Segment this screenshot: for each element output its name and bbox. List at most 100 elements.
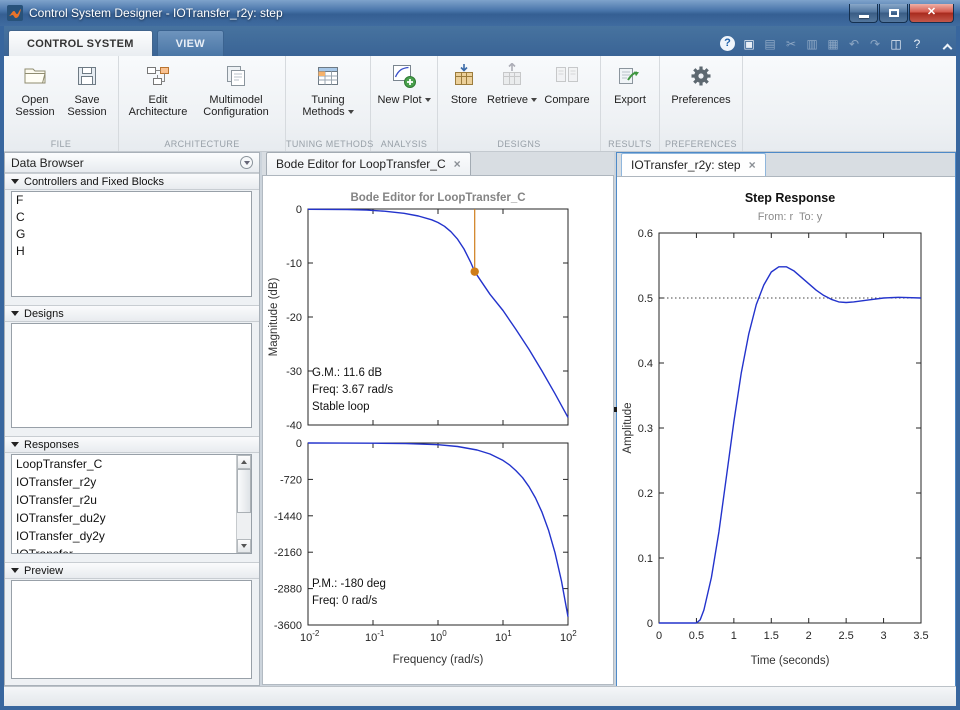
list-item[interactable]: IOTransfer_dy2y (12, 527, 251, 545)
open-session-button[interactable]: Open Session (9, 59, 61, 137)
scrollbar-thumb[interactable] (237, 469, 251, 513)
bode-editor-panel: Bode Editor for LoopTransfer_C × Bode Ed… (262, 152, 614, 686)
export-icon (617, 61, 643, 91)
list-item[interactable]: C (12, 209, 251, 226)
ribbon-group-label-results: RESULTS (601, 139, 659, 149)
ribbon-group-label-architecture: ARCHITECTURE (119, 139, 285, 149)
tab-control-system[interactable]: CONTROL SYSTEM (8, 30, 153, 56)
redo-icon[interactable]: ↷ (868, 37, 882, 51)
plot-annotation: Freq: 3.67 rad/s (312, 384, 393, 396)
svg-text:0: 0 (656, 630, 662, 642)
list-item[interactable]: IOTransfer_ (12, 545, 251, 554)
svg-text:10-2: 10-2 (300, 629, 320, 644)
preferences-button[interactable]: Preferences (665, 59, 737, 137)
tab-step-response[interactable]: IOTransfer_r2y: step × (621, 153, 766, 176)
list-item[interactable]: G (12, 226, 251, 243)
section-header-responses[interactable]: Responses (5, 436, 259, 453)
svg-text:0.4: 0.4 (638, 358, 653, 370)
maximize-button[interactable] (879, 4, 908, 23)
new-plot-button[interactable]: New Plot (376, 59, 432, 137)
ribbon-group-label-file: FILE (4, 139, 118, 149)
svg-text:0.1: 0.1 (638, 553, 653, 565)
window-layout-icon[interactable]: ◫ (889, 37, 903, 51)
section-header-preview[interactable]: Preview (5, 562, 259, 579)
tab-bode-editor[interactable]: Bode Editor for LoopTransfer_C × (266, 152, 471, 175)
minimize-ribbon-button[interactable] (938, 38, 956, 56)
help-icon[interactable]: ? (910, 37, 924, 51)
export-button[interactable]: Export (606, 59, 654, 137)
ribbon: Open Session Save Session FILE Edit Arch… (4, 56, 956, 152)
list-item[interactable]: LoopTransfer_C (12, 455, 251, 473)
store-button[interactable]: Store (443, 59, 485, 137)
close-tab-icon[interactable]: × (454, 159, 461, 169)
folder-open-icon (22, 61, 48, 91)
x-axis-label: Time (seconds) (751, 655, 830, 667)
plot-annotation: Freq: 0 rad/s (312, 595, 377, 607)
plot-annotation: Stable loop (312, 401, 370, 413)
svg-text:0: 0 (647, 618, 653, 630)
scrollbar-down-button[interactable] (237, 539, 251, 553)
list-item[interactable]: IOTransfer_r2y (12, 473, 251, 491)
new-plot-icon (391, 61, 417, 91)
retrieve-button[interactable]: Retrieve (485, 59, 539, 137)
paste-icon[interactable]: ▦ (826, 37, 840, 51)
list-item[interactable]: IOTransfer_r2u (12, 491, 251, 509)
multimodel-configuration-button[interactable]: Multimodel Configuration (192, 59, 280, 137)
close-button[interactable]: ✕ (909, 4, 954, 23)
minimize-button[interactable] (849, 4, 878, 23)
svg-text:3.5: 3.5 (913, 630, 928, 642)
bode-editor-plot[interactable]: 0-10-20-30-40G.M.: 11.6 dBFreq: 3.67 rad… (263, 176, 613, 684)
title-bar: Control System Designer - IOTransfer_r2y… (0, 0, 960, 26)
edit-architecture-button[interactable]: Edit Architecture (124, 59, 192, 137)
close-tab-icon[interactable]: × (749, 160, 756, 170)
gear-icon (688, 61, 714, 91)
tuning-methods-icon (315, 61, 341, 91)
app-icon (7, 5, 23, 21)
panel-menu-icon[interactable] (240, 156, 253, 169)
save-session-button[interactable]: Save Session (61, 59, 113, 137)
list-item[interactable]: IOTransfer_du2y (12, 509, 251, 527)
screenshot-icon[interactable]: ▣ (742, 37, 756, 51)
svg-text:1.5: 1.5 (764, 630, 779, 642)
tuning-methods-button[interactable]: Tuning Methods (291, 59, 365, 137)
control-system-designer-window: Control System Designer - IOTransfer_r2y… (0, 0, 960, 710)
svg-text:2.5: 2.5 (838, 630, 853, 642)
list-item[interactable]: F (12, 192, 251, 209)
scrollbar-up-button[interactable] (237, 455, 251, 469)
y-axis-label: Amplitude (622, 402, 634, 453)
tab-view[interactable]: VIEW (157, 30, 224, 56)
gain-margin-marker[interactable] (471, 267, 479, 275)
data-browser-panel: Data Browser Controllers and Fixed Block… (4, 152, 260, 686)
svg-text:3: 3 (881, 630, 887, 642)
svg-text:-10: -10 (286, 258, 302, 270)
list-item[interactable]: H (12, 243, 251, 260)
scrollbar[interactable] (236, 455, 251, 553)
svg-text:0.5: 0.5 (638, 293, 653, 305)
compare-button[interactable]: Compare (539, 59, 595, 137)
svg-text:-20: -20 (286, 312, 302, 324)
ribbon-group-label-designs: DESIGNS (438, 139, 600, 149)
save-icon[interactable]: ▤ (763, 37, 777, 51)
plot-annotation: G.M.: 11.6 dB (312, 367, 382, 379)
section-header-controllers[interactable]: Controllers and Fixed Blocks (5, 173, 259, 190)
collapse-triangle-icon (11, 311, 19, 316)
svg-text:-30: -30 (286, 366, 302, 378)
triangle-down-icon (244, 161, 250, 165)
undo-icon[interactable]: ↶ (847, 37, 861, 51)
step-response-axes-box (659, 233, 921, 623)
help-circle-icon[interactable]: ? (720, 36, 735, 51)
edit-architecture-icon (145, 61, 171, 91)
cut-icon[interactable]: ✂ (784, 37, 798, 51)
section-header-designs[interactable]: Designs (5, 305, 259, 322)
ribbon-group-label-preferences: PREFERENCES (660, 139, 742, 149)
dropdown-caret-icon (348, 110, 354, 114)
save-session-icon (75, 61, 99, 91)
step-response-plot[interactable]: 00.10.20.30.40.50.600.511.522.533.5Ampli… (617, 177, 955, 685)
window-title: Control System Designer - IOTransfer_r2y… (29, 6, 283, 20)
data-browser-header: Data Browser (5, 153, 259, 173)
dropdown-caret-icon (425, 98, 431, 102)
preview-box (11, 580, 252, 679)
svg-text:10-1: 10-1 (365, 629, 385, 644)
retrieve-icon (500, 61, 524, 91)
copy-icon[interactable]: ▥ (805, 37, 819, 51)
